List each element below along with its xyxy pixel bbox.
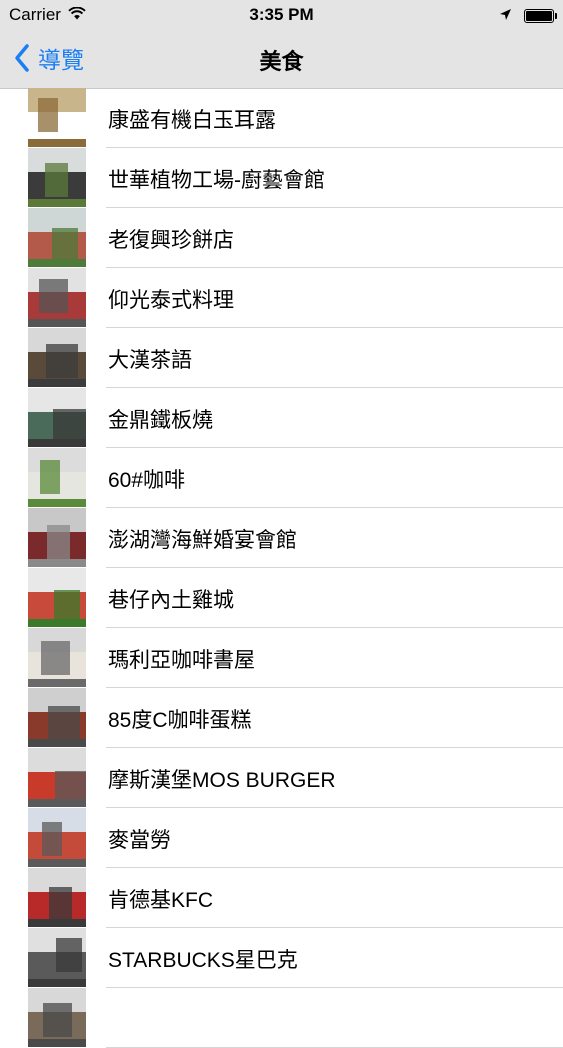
list-item[interactable]: 康盛有機白玉耳露: [0, 88, 563, 148]
list-item-label: 肯德基KFC: [108, 889, 213, 912]
status-bar: Carrier 3:35 PM: [0, 0, 563, 30]
list-item-label: 澎湖灣海鮮婚宴會館: [108, 529, 297, 552]
list-item[interactable]: STARBUCKS星巴克: [0, 928, 563, 988]
location-arrow-icon: [499, 6, 512, 26]
list-item-label: 仰光泰式料理: [108, 289, 234, 312]
list-item-label: 麥當勞: [108, 829, 171, 852]
list-item[interactable]: 巷仔內土雞城: [0, 568, 563, 628]
list-item[interactable]: 麥當勞: [0, 808, 563, 868]
page-title: 美食: [259, 49, 304, 74]
battery-icon: [524, 9, 557, 23]
list-item-label: 巷仔內土雞城: [108, 589, 234, 612]
thumbnail-image: [28, 568, 86, 627]
list-item[interactable]: 肯德基KFC: [0, 868, 563, 928]
list-item-label: 瑪利亞咖啡書屋: [108, 649, 255, 672]
list-item-label: 60#咖啡: [108, 469, 186, 492]
thumbnail-image: [28, 688, 86, 747]
list-item-label: 世華植物工場-廚藝會館: [108, 169, 325, 192]
thumbnail-image: [28, 388, 86, 447]
list-item[interactable]: 60#咖啡: [0, 448, 563, 508]
thumbnail-image: [28, 448, 86, 507]
list-item-label: 摩斯漢堡MOS BURGER: [108, 769, 336, 792]
navigation-bar: 導覽 美食: [0, 30, 563, 89]
thumbnail-image: [28, 988, 86, 1047]
list-item-label: 大漢茶語: [108, 349, 192, 372]
list-item[interactable]: 仰光泰式料理: [0, 268, 563, 328]
thumbnail-image: [28, 628, 86, 687]
list-item-label: STARBUCKS星巴克: [108, 949, 298, 972]
thumbnail-image: [28, 148, 86, 207]
list-item[interactable]: 大漢茶語: [0, 328, 563, 388]
list-item-label: 85度C咖啡蛋糕: [108, 709, 252, 732]
list-item[interactable]: 澎湖灣海鮮婚宴會館: [0, 508, 563, 568]
status-right: [499, 6, 557, 26]
thumbnail-image: [28, 328, 86, 387]
list-item[interactable]: 摩斯漢堡MOS BURGER: [0, 748, 563, 808]
list-item[interactable]: 瑪利亞咖啡書屋: [0, 628, 563, 688]
food-list: 康盛有機白玉耳露世華植物工場-廚藝會館 老復興珍餅店 仰光泰式料理 大漢茶語金鼎鐵板燒…: [0, 88, 563, 1048]
thumbnail-image: [28, 268, 86, 327]
thumbnail-image: [28, 808, 86, 867]
list-item[interactable]: 老復興珍餅店: [0, 208, 563, 268]
list-item[interactable]: 世華植物工場-廚藝會館: [0, 148, 563, 208]
list-item-label: 康盛有機白玉耳露: [108, 109, 276, 132]
thumbnail-image: [28, 748, 86, 807]
thumbnail-image: [28, 208, 86, 267]
list-item[interactable]: 85度C咖啡蛋糕: [0, 688, 563, 748]
list-item[interactable]: [0, 988, 563, 1048]
thumbnail-image: [28, 928, 86, 987]
list-item-label: 老復興珍餅店: [108, 229, 234, 252]
status-time: 3:35 PM: [249, 5, 314, 24]
thumbnail-image: [28, 868, 86, 927]
thumbnail-image: [28, 88, 86, 147]
list-item-label: 金鼎鐵板燒: [108, 409, 213, 432]
thumbnail-image: [28, 508, 86, 567]
list-item[interactable]: 金鼎鐵板燒: [0, 388, 563, 448]
